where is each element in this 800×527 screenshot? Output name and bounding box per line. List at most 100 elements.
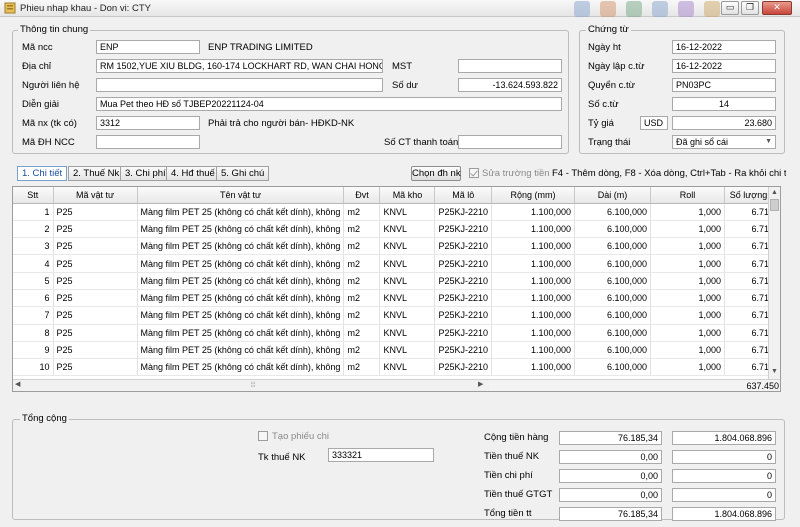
cell-lot[interactable]: P25KJ-2210 (434, 220, 492, 239)
cell-lot[interactable]: P25KJ-2210 (434, 203, 492, 221)
cell-item-name[interactable]: Màng film PET 25 (không có chất kết dính… (137, 341, 345, 360)
cell-item-code[interactable]: P25 (53, 272, 138, 290)
cell-stt[interactable]: 10 (13, 358, 54, 377)
create-payment-checkbox[interactable] (258, 431, 268, 441)
cell-warehouse[interactable]: KNVL (379, 306, 436, 325)
cell-width[interactable]: 1.100,000 (491, 237, 575, 256)
voucher-date-field[interactable]: 16-12-2022 (672, 59, 776, 73)
cell-item-code[interactable]: P25 (53, 254, 138, 273)
cell-stt[interactable]: 1 (13, 203, 54, 221)
balance-field[interactable]: -13.624.593.822 (458, 78, 562, 92)
import-tax-account-field[interactable]: 333321 (328, 448, 434, 462)
cell-unit[interactable]: m2 (343, 203, 381, 221)
cell-quantity[interactable]: 6.71 (724, 203, 773, 221)
grid-horizontal-scrollbar[interactable]: ◀ ⦙⦙⦙ ▶ (13, 379, 489, 391)
cell-width[interactable]: 1.100,000 (491, 341, 575, 360)
cell-item-code[interactable]: P25 (53, 237, 138, 256)
import-code-field[interactable]: 3312 (96, 116, 200, 130)
cell-lot[interactable]: P25KJ-2210 (434, 254, 492, 273)
supplier-order-field[interactable] (96, 135, 200, 149)
cell-item-name[interactable]: Màng film PET 25 (không có chất kết dính… (137, 272, 345, 290)
cell-length[interactable]: 6.100,000 (574, 237, 651, 256)
summary-vnd-amount[interactable]: 0 (672, 450, 776, 464)
description-field[interactable]: Mua Pet theo HĐ số TJBEP20221124-04 (96, 97, 562, 111)
summary-foreign-amount[interactable]: 0,00 (559, 469, 662, 483)
voucher-number-field[interactable]: 14 (672, 97, 776, 111)
cell-length[interactable]: 6.100,000 (574, 272, 651, 290)
edit-amount-checkbox[interactable] (469, 168, 479, 178)
cell-stt[interactable]: 4 (13, 254, 54, 273)
cell-quantity[interactable]: 6.71 (724, 289, 773, 308)
cell-length[interactable]: 6.100,000 (574, 324, 651, 342)
table-row[interactable]: 5 P25 Màng film PET 25 (không có chất kết … (13, 272, 773, 290)
scroll-down-icon[interactable]: ▼ (771, 367, 778, 377)
cell-item-name[interactable]: Màng film PET 25 (không có chất kết dính… (137, 289, 345, 308)
header-length[interactable]: Dài (m) (574, 187, 651, 204)
cell-quantity[interactable]: 6.71 (724, 306, 773, 325)
cell-stt[interactable]: 3 (13, 237, 54, 256)
cell-length[interactable]: 6.100,000 (574, 289, 651, 308)
restore-button[interactable]: ❐ (741, 1, 759, 15)
cell-unit[interactable]: m2 (343, 324, 381, 342)
cell-width[interactable]: 1.100,000 (491, 220, 575, 239)
cell-unit[interactable]: m2 (343, 220, 381, 239)
currency-field[interactable]: USD (640, 116, 668, 130)
cell-width[interactable]: 1.100,000 (491, 306, 575, 325)
table-row[interactable]: 1 P25 Màng film PET 25 (không có chất kết … (13, 203, 773, 221)
cell-lot[interactable]: P25KJ-2210 (434, 358, 492, 377)
cell-quantity[interactable]: 6.71 (724, 272, 773, 290)
header-item-code[interactable]: Mã vật tư (53, 187, 138, 204)
tab-chi-phi[interactable]: 3. Chi phí (120, 166, 171, 181)
table-row[interactable]: 9 P25 Màng film PET 25 (không có chất kết … (13, 341, 773, 360)
cell-item-code[interactable]: P25 (53, 289, 138, 308)
cell-lot[interactable]: P25KJ-2210 (434, 341, 492, 360)
cell-unit[interactable]: m2 (343, 341, 381, 360)
close-button[interactable]: ✕ (762, 1, 792, 15)
summary-foreign-amount[interactable]: 76.185,34 (559, 507, 662, 521)
cell-length[interactable]: 6.100,000 (574, 358, 651, 377)
cell-item-name[interactable]: Màng film PET 25 (không có chất kết dính… (137, 254, 345, 273)
summary-foreign-amount[interactable]: 76.185,34 (559, 431, 662, 445)
cell-roll[interactable]: 1,000 (650, 289, 725, 308)
cell-width[interactable]: 1.100,000 (491, 324, 575, 342)
cell-warehouse[interactable]: KNVL (379, 289, 436, 308)
cell-warehouse[interactable]: KNVL (379, 203, 436, 221)
cell-item-code[interactable]: P25 (53, 306, 138, 325)
header-stt[interactable]: Stt (13, 187, 54, 204)
cell-stt[interactable]: 2 (13, 220, 54, 239)
tab-hd-thue[interactable]: 4. Hđ thuế (166, 166, 220, 181)
cell-length[interactable]: 6.100,000 (574, 341, 651, 360)
table-row[interactable]: 7 P25 Màng film PET 25 (không có chất kết … (13, 306, 773, 325)
scroll-left-icon[interactable]: ◀ (15, 380, 20, 390)
payment-voucher-field[interactable] (458, 135, 562, 149)
summary-vnd-amount[interactable]: 1.804.068.896 (672, 431, 776, 445)
table-row[interactable]: 2 P25 Màng film PET 25 (không có chất kết … (13, 220, 773, 239)
select-import-order-button[interactable]: Chọn đh nk (411, 166, 461, 181)
posting-date-field[interactable]: 16-12-2022 (672, 40, 776, 54)
scroll-grip-icon[interactable]: ⦙⦙⦙ (213, 381, 293, 390)
cell-item-code[interactable]: P25 (53, 220, 138, 239)
tab-chi-tiet[interactable]: 1. Chi tiết (17, 166, 68, 181)
cell-item-code[interactable]: P25 (53, 203, 138, 221)
cell-item-name[interactable]: Màng film PET 25 (không có chất kết dính… (137, 220, 345, 239)
cell-item-name[interactable]: Màng film PET 25 (không có chất kết dính… (137, 324, 345, 342)
cell-quantity[interactable]: 6.71 (724, 220, 773, 239)
header-unit[interactable]: Đvt (343, 187, 381, 204)
cell-stt[interactable]: 6 (13, 289, 54, 308)
grid-vertical-scrollbar[interactable]: ▲ ▼ (768, 187, 780, 379)
cell-unit[interactable]: m2 (343, 358, 381, 377)
cell-lot[interactable]: P25KJ-2210 (434, 237, 492, 256)
status-select[interactable]: Đã ghi sổ cái ▼ (672, 135, 776, 149)
cell-roll[interactable]: 1,000 (650, 237, 725, 256)
cell-width[interactable]: 1.100,000 (491, 203, 575, 221)
minimize-button[interactable]: ▭ (721, 1, 739, 15)
cell-warehouse[interactable]: KNVL (379, 220, 436, 239)
table-row[interactable]: 10 P25 Màng film PET 25 (không có chất kết… (13, 358, 773, 377)
table-row[interactable]: 3 P25 Màng film PET 25 (không có chất kết … (13, 237, 773, 256)
cell-unit[interactable]: m2 (343, 237, 381, 256)
tax-code-field[interactable] (458, 59, 562, 73)
cell-warehouse[interactable]: KNVL (379, 272, 436, 290)
header-roll[interactable]: Roll (650, 187, 725, 204)
cell-unit[interactable]: m2 (343, 254, 381, 273)
cell-lot[interactable]: P25KJ-2210 (434, 272, 492, 290)
